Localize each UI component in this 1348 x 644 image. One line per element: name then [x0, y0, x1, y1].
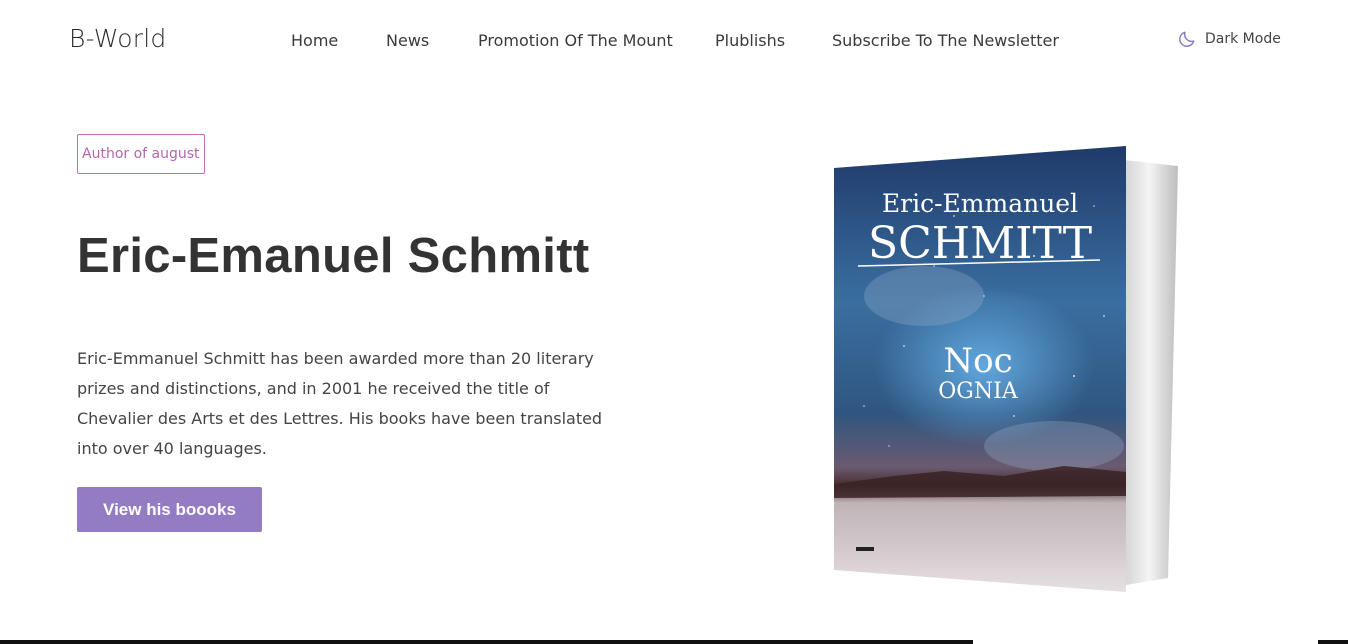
book-cover-image: Eric-Emmanuel SCHMITT Noc OGNIA — [834, 146, 1184, 594]
nav-link-subscribe[interactable]: Subscribe To The Newsletter — [832, 31, 1059, 50]
view-books-button[interactable]: View his boooks — [77, 487, 262, 532]
dark-mode-label: Dark Mode — [1205, 31, 1281, 47]
nav-link-promotion[interactable]: Promotion Of The Mount — [478, 31, 673, 50]
scroll-indicator-bar-end — [1318, 640, 1348, 644]
dark-mode-toggle[interactable]: Dark Mode — [1177, 29, 1281, 49]
nav-link-news[interactable]: News — [386, 31, 429, 50]
site-logo[interactable]: B-World — [69, 24, 166, 53]
moon-icon — [1177, 29, 1197, 49]
book-title-line2: OGNIA — [938, 379, 1019, 404]
nav-link-home[interactable]: Home — [291, 31, 338, 50]
top-navbar: B-World Home News Promotion Of The Mount… — [0, 0, 1348, 80]
scroll-indicator-bar — [0, 640, 973, 644]
book-author-line1: Eric-Emmanuel — [882, 189, 1078, 218]
book-title-line1: Noc — [943, 341, 1012, 381]
author-title: Eric-Emanuel Schmitt — [77, 229, 590, 283]
author-of-month-badge: Author of august — [77, 134, 205, 174]
author-description: Eric-Emmanuel Schmitt has been awarded m… — [77, 349, 603, 458]
nav-link-publishes[interactable]: Plublishs — [715, 31, 785, 50]
